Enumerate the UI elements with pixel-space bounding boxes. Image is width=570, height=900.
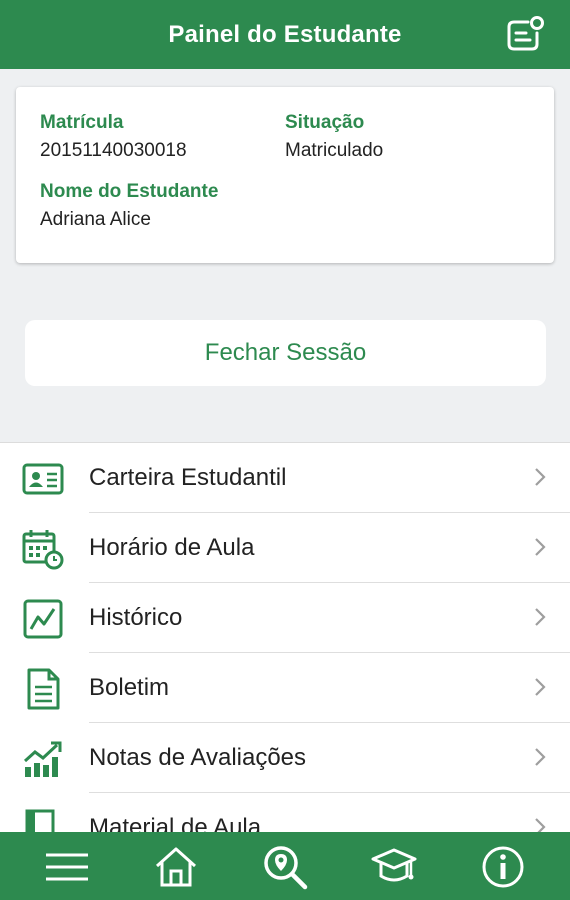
id-card-icon <box>21 457 65 501</box>
chevron-right-icon <box>535 818 546 833</box>
menu-item-notas[interactable]: Notas de Avaliações <box>23 723 570 793</box>
menu-item-material[interactable]: Material de Aula <box>25 793 570 833</box>
menu-icon[interactable] <box>44 844 90 890</box>
nome-value: Adriana Alice <box>40 209 151 230</box>
menu-item-horario[interactable]: Horário de Aula <box>22 513 570 583</box>
student-info-card: Matrícula 20151140030018 Situação Matric… <box>16 87 554 263</box>
menu-item-label: Boletim <box>89 674 170 701</box>
menu-item-label: Histórico <box>89 604 183 631</box>
search-location-icon[interactable] <box>262 844 308 890</box>
menu-item-label: Material de Aula <box>89 814 262 833</box>
menu-list: Carteira Estudantil Horário de Aula Hist… <box>0 442 570 833</box>
chevron-right-icon <box>535 468 546 486</box>
chevron-right-icon <box>535 538 546 556</box>
menu-item-carteira[interactable]: Carteira Estudantil <box>22 443 570 513</box>
nome-label: Nome do Estudante <box>40 181 219 202</box>
matricula-field: Matrícula 20151140030018 <box>40 111 187 164</box>
home-icon[interactable] <box>153 844 199 890</box>
menu-item-historico[interactable]: Histórico <box>23 583 570 653</box>
chevron-right-icon <box>535 678 546 696</box>
chevron-right-icon <box>535 608 546 626</box>
menu-item-label: Horário de Aula <box>89 534 255 561</box>
book-icon <box>21 807 65 833</box>
menu-item-label: Carteira Estudantil <box>89 464 287 491</box>
info-icon[interactable] <box>480 844 526 890</box>
growth-chart-icon <box>21 737 65 781</box>
logout-button[interactable]: Fechar Sessão <box>25 320 546 386</box>
chart-history-icon <box>21 597 65 641</box>
graduation-cap-icon[interactable] <box>371 844 417 890</box>
chevron-right-icon <box>535 748 546 766</box>
situacao-value: Matriculado <box>285 140 384 161</box>
calendar-clock-icon <box>21 527 65 571</box>
menu-item-boletim[interactable]: Boletim <box>27 653 570 723</box>
app-bar: Painel do Estudante <box>0 0 570 69</box>
bottom-nav <box>0 832 570 900</box>
situacao-field: Situação Matriculado <box>285 111 383 164</box>
message-notification-icon[interactable] <box>502 13 548 59</box>
menu-item-label: Notas de Avaliações <box>89 744 307 771</box>
situacao-label: Situação <box>285 112 365 133</box>
page-title: Painel do Estudante <box>168 21 402 48</box>
nome-field: Nome do Estudante Adriana Alice <box>40 180 218 233</box>
matricula-value: 20151140030018 <box>40 140 187 161</box>
matricula-label: Matrícula <box>40 112 124 133</box>
document-icon <box>21 667 65 711</box>
